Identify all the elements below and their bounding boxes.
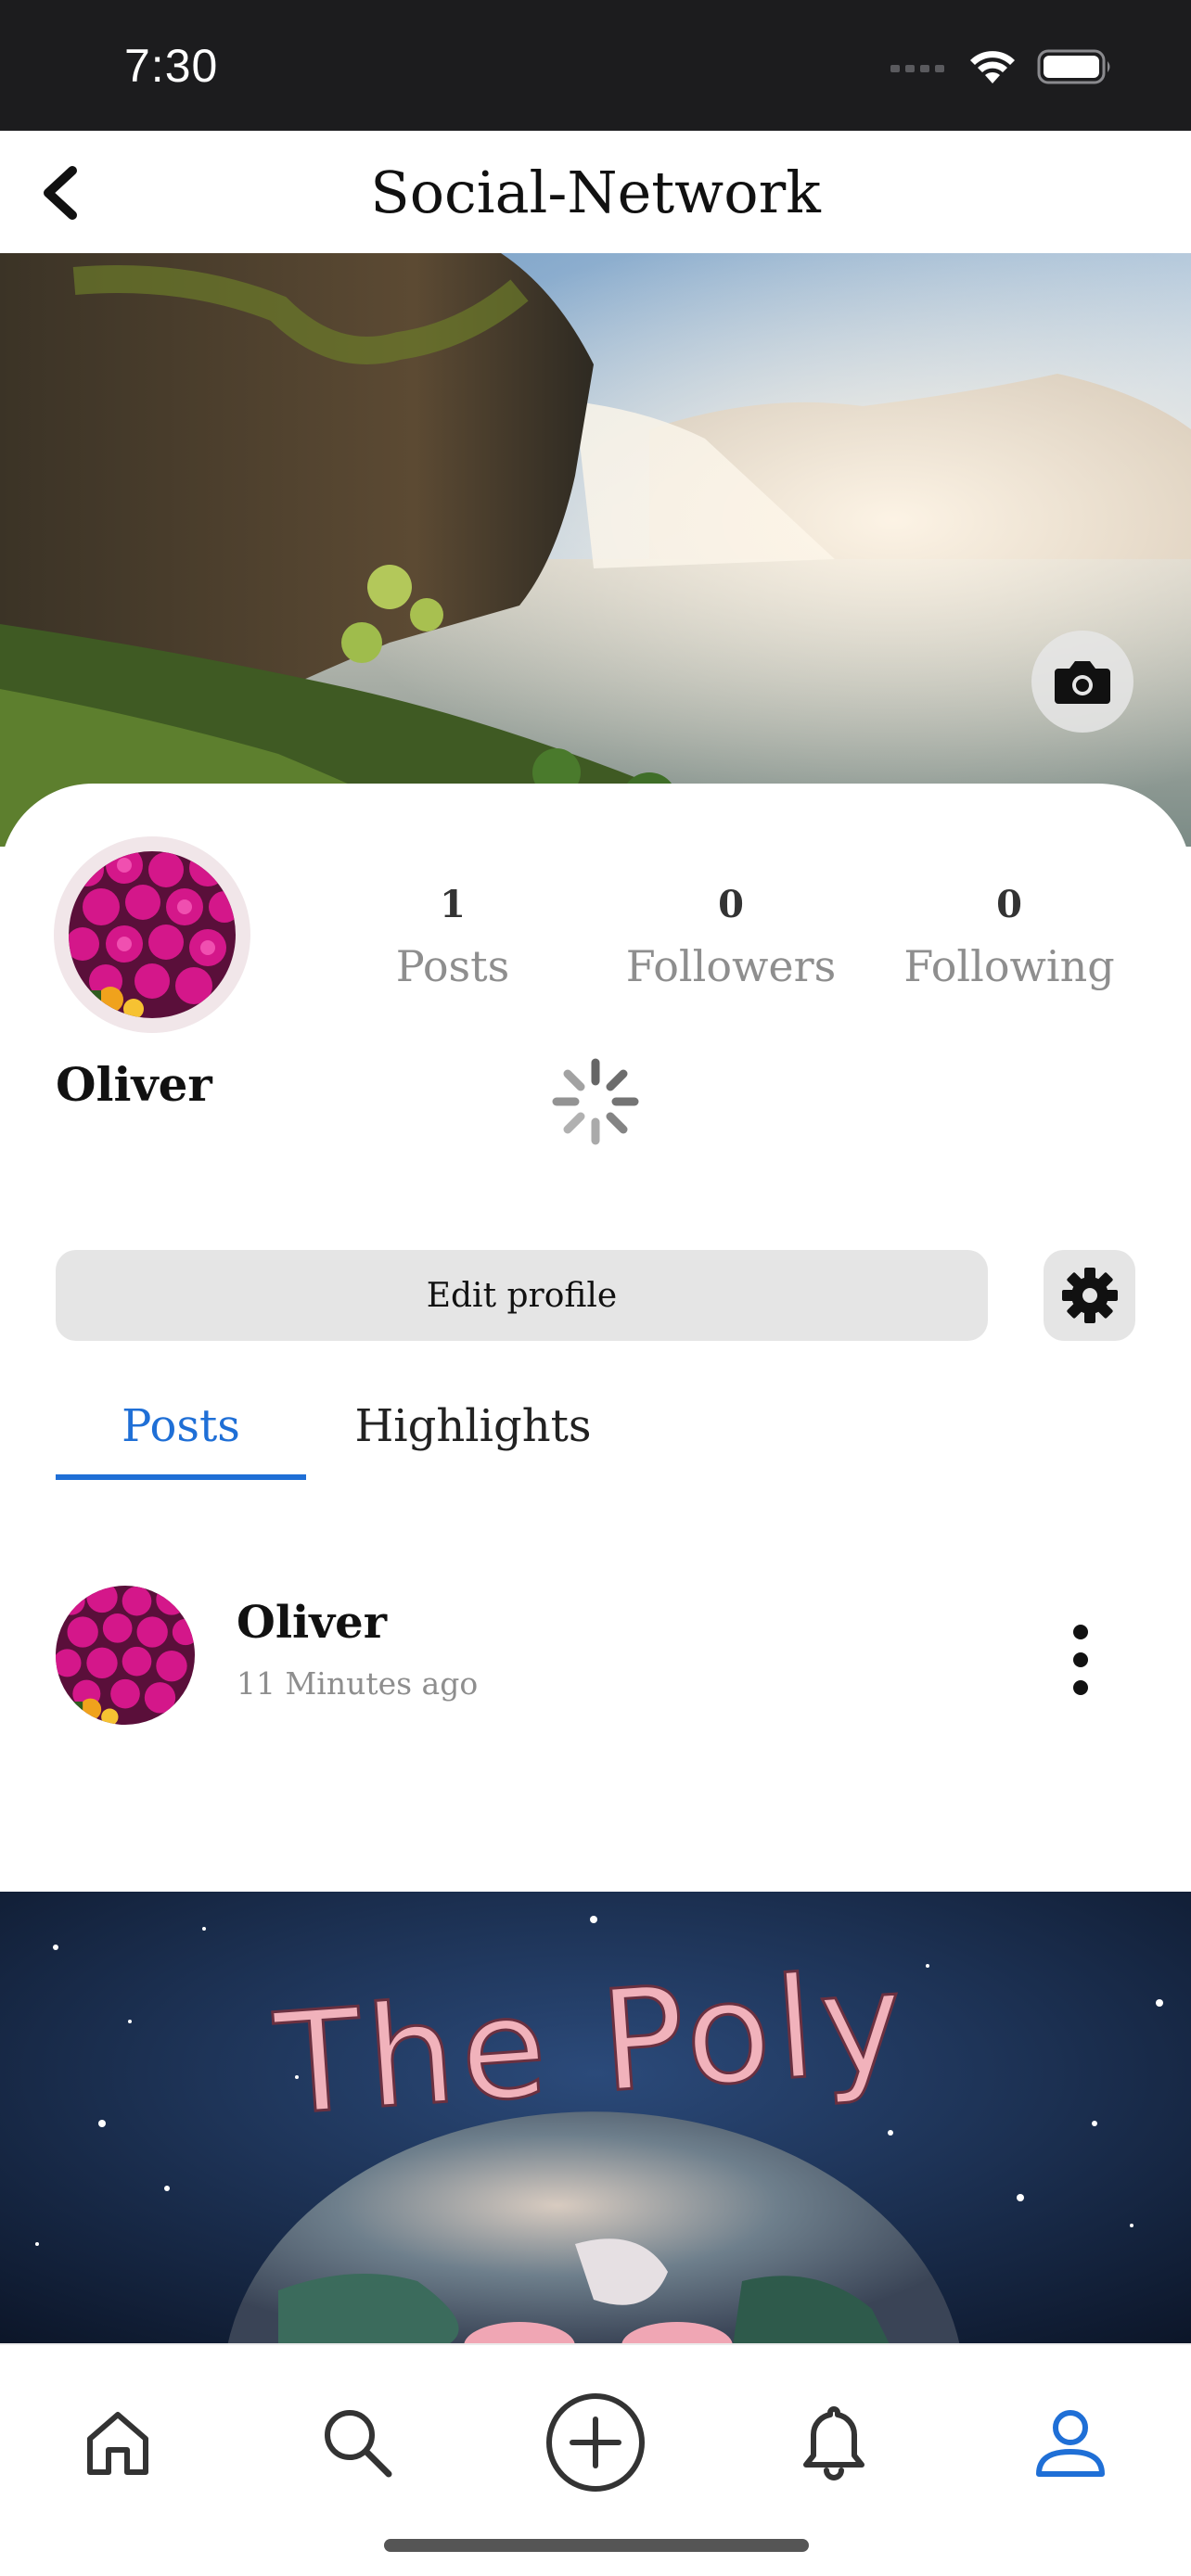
stat-count: 0 <box>718 883 744 926</box>
cover-image <box>0 253 1191 847</box>
more-vertical-icon <box>1073 1625 1088 1639</box>
tab-notifications[interactable] <box>774 2382 894 2503</box>
tab-home[interactable] <box>58 2382 178 2503</box>
profile-icon <box>1036 2410 1105 2477</box>
navigation-bar: Social-Network <box>0 131 1191 253</box>
avatar-image <box>69 851 236 1018</box>
tab-highlights[interactable]: Highlights <box>343 1400 603 1452</box>
active-tab-indicator <box>56 1474 306 1480</box>
change-cover-button[interactable] <box>1031 631 1133 733</box>
status-bar: 7:30 <box>0 0 1191 131</box>
post-timestamp: 11 Minutes ago <box>237 1665 479 1702</box>
stat-label: Posts <box>395 941 510 991</box>
post-image[interactable]: The Poly <box>0 1892 1191 2346</box>
post-author-avatar[interactable] <box>56 1586 195 1725</box>
search-icon <box>325 2410 392 2478</box>
post-author-name[interactable]: Oliver <box>237 1597 387 1649</box>
tab-posts[interactable]: Posts <box>56 1400 306 1452</box>
post-more-button[interactable] <box>1048 1613 1113 1706</box>
wifi-icon <box>970 51 1015 83</box>
stat-followers[interactable]: 0 Followers <box>610 881 852 994</box>
loading-spinner-icon <box>552 1058 639 1145</box>
signal-icon <box>890 65 944 72</box>
tab-search[interactable] <box>297 2382 417 2503</box>
page-title: Social-Network <box>370 159 821 226</box>
stat-count: 1 <box>440 883 466 926</box>
edit-profile-button[interactable]: Edit profile <box>56 1250 988 1341</box>
profile-name: Oliver <box>56 1057 212 1112</box>
camera-icon <box>1055 661 1110 704</box>
add-circle-icon <box>546 2393 645 2492</box>
tab-create[interactable] <box>535 2382 656 2503</box>
status-icons <box>889 48 1113 85</box>
home-icon <box>87 2412 148 2475</box>
stat-count: 0 <box>996 883 1022 926</box>
stat-label: Followers <box>625 941 837 991</box>
stat-label: Following <box>903 941 1115 991</box>
stat-posts[interactable]: 1 Posts <box>332 881 573 994</box>
status-time: 7:30 <box>124 40 219 92</box>
bell-icon <box>803 2406 864 2480</box>
tab-profile[interactable] <box>1010 2382 1131 2503</box>
settings-button[interactable] <box>1044 1250 1135 1341</box>
home-indicator <box>384 2539 809 2552</box>
post-header: Oliver 11 Minutes ago <box>0 1576 1191 1734</box>
gear-icon <box>1061 1268 1118 1323</box>
stat-following[interactable]: 0 Following <box>889 881 1130 994</box>
profile-avatar[interactable] <box>54 836 250 1033</box>
battery-icon <box>1037 49 1110 84</box>
